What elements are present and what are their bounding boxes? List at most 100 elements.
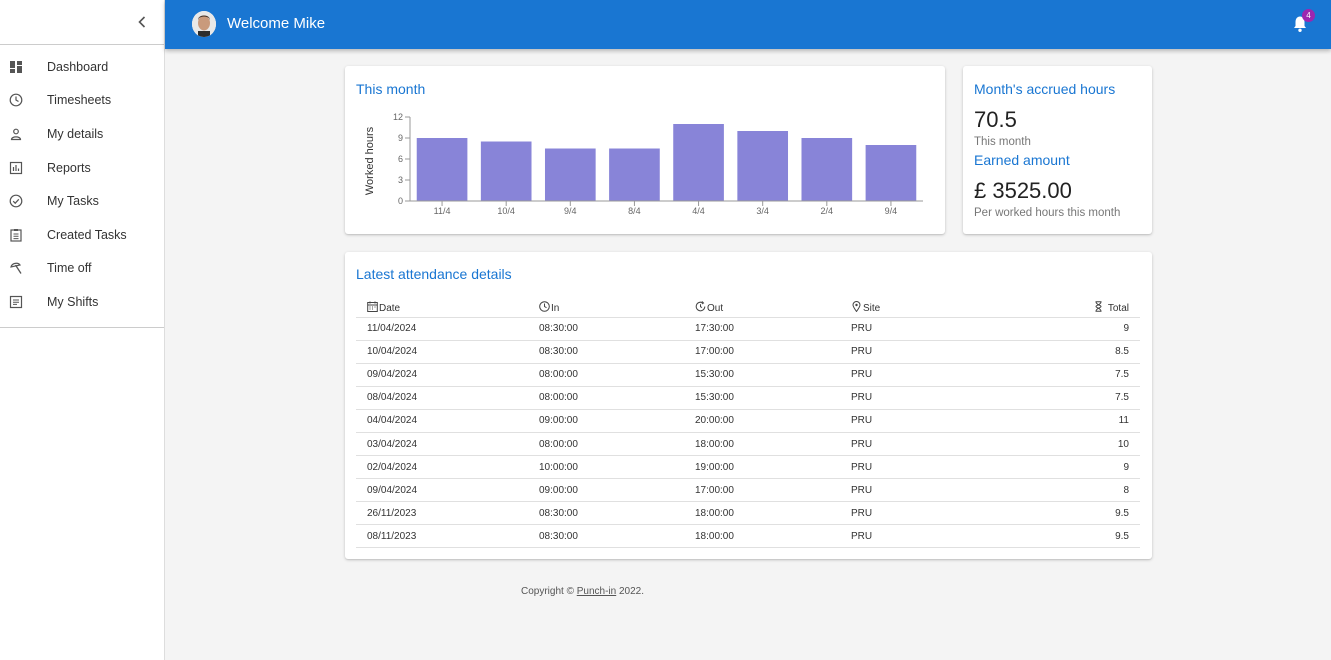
hourglass-icon [1095,300,1102,312]
bar-9-4 [865,145,917,201]
table-cell-date: 09/04/2024 [356,478,539,503]
sidebar-item-reports[interactable]: Reports [0,151,164,185]
column-header-in[interactable]: In [539,294,695,318]
sidebar-item-label: Time off [47,261,92,276]
attendance-card: Latest attendance details Date In Out Si… [345,252,1152,559]
sidebar-header [0,0,164,45]
footer: Copyright © Punch-in 2022. [521,586,644,597]
accrued-title: Month's accrued hours [974,81,1116,97]
bar-10-4 [480,141,532,201]
list-icon [9,295,23,309]
table-cell-in: 08:00:00 [539,363,695,387]
x-tick-label: 10/4 [497,206,515,216]
earned-amount-caption: Per worked hours this month [974,207,1121,219]
table-cell-in: 08:00:00 [539,432,695,457]
column-header-out[interactable]: Out [695,294,851,318]
sidebar-item-created-tasks[interactable]: Created Tasks [0,218,164,252]
sidebar-item-label: Dashboard [47,59,109,74]
sidebar-item-dashboard[interactable]: Dashboard [0,50,164,84]
avatar[interactable] [192,11,216,37]
column-header-total[interactable]: Total [1031,294,1140,318]
table-cell-site: PRU [851,317,1031,341]
attendance-title: Latest attendance details [356,266,512,282]
chevron-left-icon[interactable] [132,12,152,32]
table-cell-total: 11 [1031,409,1140,433]
sidebar: Dashboard Timesheets My details Reports [0,0,165,660]
attendance-rows: 11/04/2024 08:30:00 17:30:00 PRU 9 10/04/2024… [356,317,1140,549]
column-label: Date [379,302,401,314]
x-tick-label: 4/4 [692,206,705,216]
sidebar-item-timesheets[interactable]: Timesheets [0,84,164,118]
table-cell-out: 15:30:00 [695,386,851,410]
table-cell-site: PRU [851,501,1031,526]
table-cell-out: 15:30:00 [695,363,851,387]
attendance-table: Date In Out Site Total 11/04/2024 08:30:… [356,294,1140,549]
table-cell-out: 17:30:00 [695,317,851,341]
table-cell-in: 08:30:00 [539,524,695,549]
bar-3-4 [737,131,789,201]
clock-icon [9,93,23,107]
accrued-hours-caption: This month [974,136,1031,148]
bar-chart-icon [9,161,23,174]
table-cell-date: 09/04/2024 [356,363,539,387]
table-cell-date: 02/04/2024 [356,455,539,480]
sidebar-item-time-off[interactable]: Time off [0,252,164,286]
y-tick-label: 6 [398,154,403,164]
copyright-prefix: Copyright © [521,586,577,597]
table-row: 26/11/2023 08:30:00 18:00:00 PRU 9.5 [356,501,1140,526]
beach-icon [10,263,22,275]
table-row: 11/04/2024 08:30:00 17:30:00 PRU 9 [356,317,1140,341]
location-pin-icon [852,300,861,312]
table-cell-in: 08:00:00 [539,386,695,410]
column-header-date[interactable]: Date [356,294,539,318]
column-header-site[interactable]: Site [851,294,1031,318]
clipboard-icon [10,228,22,242]
table-cell-site: PRU [851,478,1031,503]
y-tick-label: 0 [398,196,403,206]
restore-icon [695,300,706,311]
x-tick-label: 2/4 [821,206,834,216]
column-label: Out [707,302,724,314]
table-cell-date: 04/04/2024 [356,409,539,433]
table-cell-out: 20:00:00 [695,409,851,433]
table-cell-total: 9.5 [1031,501,1140,526]
table-cell-in: 09:00:00 [539,409,695,433]
table-cell-in: 09:00:00 [539,478,695,503]
sidebar-item-my-shifts[interactable]: My Shifts [0,285,164,319]
sidebar-nav: Dashboard Timesheets My details Reports [0,45,164,328]
copyright-suffix: 2022. [616,586,645,597]
table-cell-out: 17:00:00 [695,478,851,503]
table-header-row: Date In Out Site Total [356,294,1140,318]
accrued-hours-value: 70.5 [974,107,1017,132]
table-row: 04/04/2024 09:00:00 20:00:00 PRU 11 [356,409,1140,433]
worked-hours-chart: 0 3 6 9 12 Worked hours 11/4 10/4 9/4 8/4 4/4 3/4 2/… [364,112,923,216]
column-label: Total [1107,302,1129,314]
x-tick-label: 11/4 [434,206,451,216]
sidebar-item-my-tasks[interactable]: My Tasks [0,184,164,218]
table-cell-out: 18:00:00 [695,501,851,526]
y-tick-label: 9 [398,133,403,143]
earned-amount-value: £ 3525.00 [974,178,1072,203]
y-tick-label: 12 [393,112,403,122]
table-cell-total: 10 [1031,432,1140,457]
table-cell-site: PRU [851,340,1031,364]
table-cell-site: PRU [851,432,1031,457]
sidebar-item-label: My Tasks [47,194,99,209]
this-month-card: This month 0 3 6 9 12 Worked hours 11/4 10/4 9/4… [345,66,945,234]
punch-in-link[interactable]: Punch-in [577,586,616,597]
earned-title: Earned amount [974,152,1070,168]
sidebar-item-label: My details [47,126,104,141]
table-cell-date: 10/04/2024 [356,340,539,364]
sidebar-item-my-details[interactable]: My details [0,117,164,151]
person-icon [10,128,22,141]
notification-badge: 4 [1302,9,1315,22]
table-row: 09/04/2024 09:00:00 17:00:00 PRU 8 [356,478,1140,503]
table-row: 08/11/2023 08:30:00 18:00:00 PRU 9.5 [356,524,1140,549]
column-label: In [551,302,560,314]
table-cell-date: 11/04/2024 [356,317,539,341]
bar-2-4 [801,138,853,201]
bar-8-4 [609,148,660,201]
accrued-hours-card: Month's accrued hours 70.5 This month Ea… [963,66,1152,234]
x-tick-label: 9/4 [564,206,577,216]
column-label: Site [863,302,881,314]
